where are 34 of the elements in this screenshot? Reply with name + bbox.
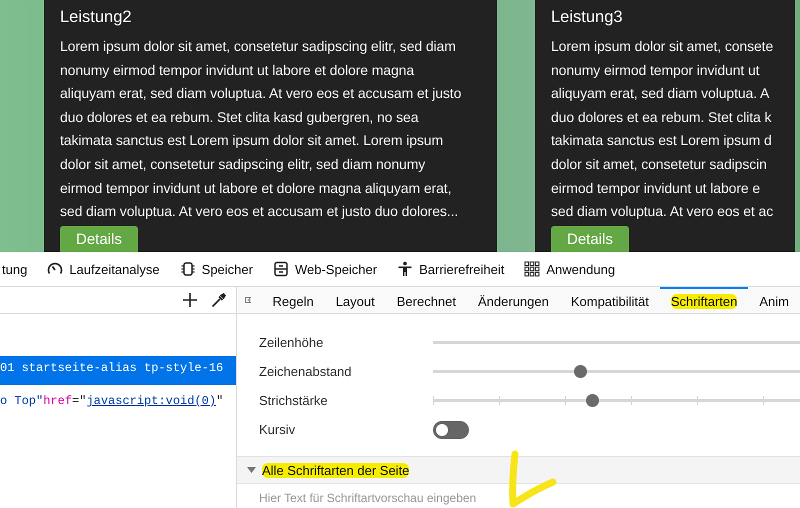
card-title: Leistung2 xyxy=(60,8,132,27)
sidebar-tab[interactable]: Regeln xyxy=(261,287,325,313)
devtools-tab[interactable]: Speicher xyxy=(180,261,253,277)
devtools-tab[interactable]: Web-Speicher xyxy=(272,261,378,277)
chip-icon xyxy=(180,261,196,277)
section-title: Alle Schriftarten der Seite xyxy=(262,462,410,478)
setting-label: Zeilenhöhe xyxy=(259,335,324,350)
slider-thumb[interactable] xyxy=(574,365,587,378)
devtools-tab[interactable]: Barrierefreiheit xyxy=(397,261,504,277)
slider-thumb[interactable] xyxy=(586,394,599,407)
setting-label: Zeichenabstand xyxy=(259,364,353,379)
storage-icon xyxy=(272,261,289,277)
card-text: Lorem ipsum dolor sit amet, consete nonumy eirmod tempor invidunt ut aliquyam erat, sed diam voluptua. A duo dolores et ea rebum. Stet clita k takimata sanctus est Lorem ipsum d dolor sit amet, consetetur sadipscin eirmod tempor invidunt ut labore e sed diam voluptua. At vero eos et ac xyxy=(551,37,774,222)
devtools-tab[interactable]: Laufzeitanalyse xyxy=(47,261,160,277)
devtools-tab[interactable]: Anwendung xyxy=(524,261,616,277)
sidebar-tab[interactable]: Kompatibilität xyxy=(560,287,660,313)
markup-line[interactable]: o Top"href="javascript:void(0)" xyxy=(0,389,236,418)
setting-label: Kursiv xyxy=(259,422,296,437)
sidebar-tab[interactable]: Änderungen xyxy=(467,287,560,313)
setting-label: Strichstärke xyxy=(259,393,329,408)
gauge-icon xyxy=(47,261,64,277)
expand-triangle-icon[interactable] xyxy=(247,467,256,473)
sidebar-tab[interactable]: Anim xyxy=(748,287,800,313)
accessibility-icon xyxy=(397,261,414,277)
devtools-tab[interactable]: tung xyxy=(2,262,28,276)
card-text: Lorem ipsum dolor sit amet, consetetur sadipscing elitr, sed diam nonumy eirmod tempor invidunt ut labore et dolore magna aliquyam erat, sed diam voluptua. At vero eos et accusam et justo duo dolores et ea rebum. Stet clita kasd gubergren, no sea takimata sanctus est Lorem ipsum dolor sit amet. Lorem ipsum dolor sit amet, consetetur sadipscing elitr, sed diam nonumy eirmod tempor invidunt ut labore et dolore magna aliquyam erat, sed diam voluptua. At vero eos et accusam et justo duo dolores... xyxy=(60,37,462,222)
sidebar-tab[interactable]: Berechnet xyxy=(386,287,467,313)
sidebar-tab[interactable]: Layout xyxy=(324,287,386,313)
add-icon[interactable] xyxy=(183,293,197,307)
grid-icon xyxy=(524,261,540,277)
toggle-switch[interactable] xyxy=(433,420,469,438)
eyedropper-icon[interactable] xyxy=(211,292,226,308)
sidebar-tab[interactable]: Schriftarten xyxy=(660,287,748,313)
card-title: Leistung3 xyxy=(551,8,623,27)
